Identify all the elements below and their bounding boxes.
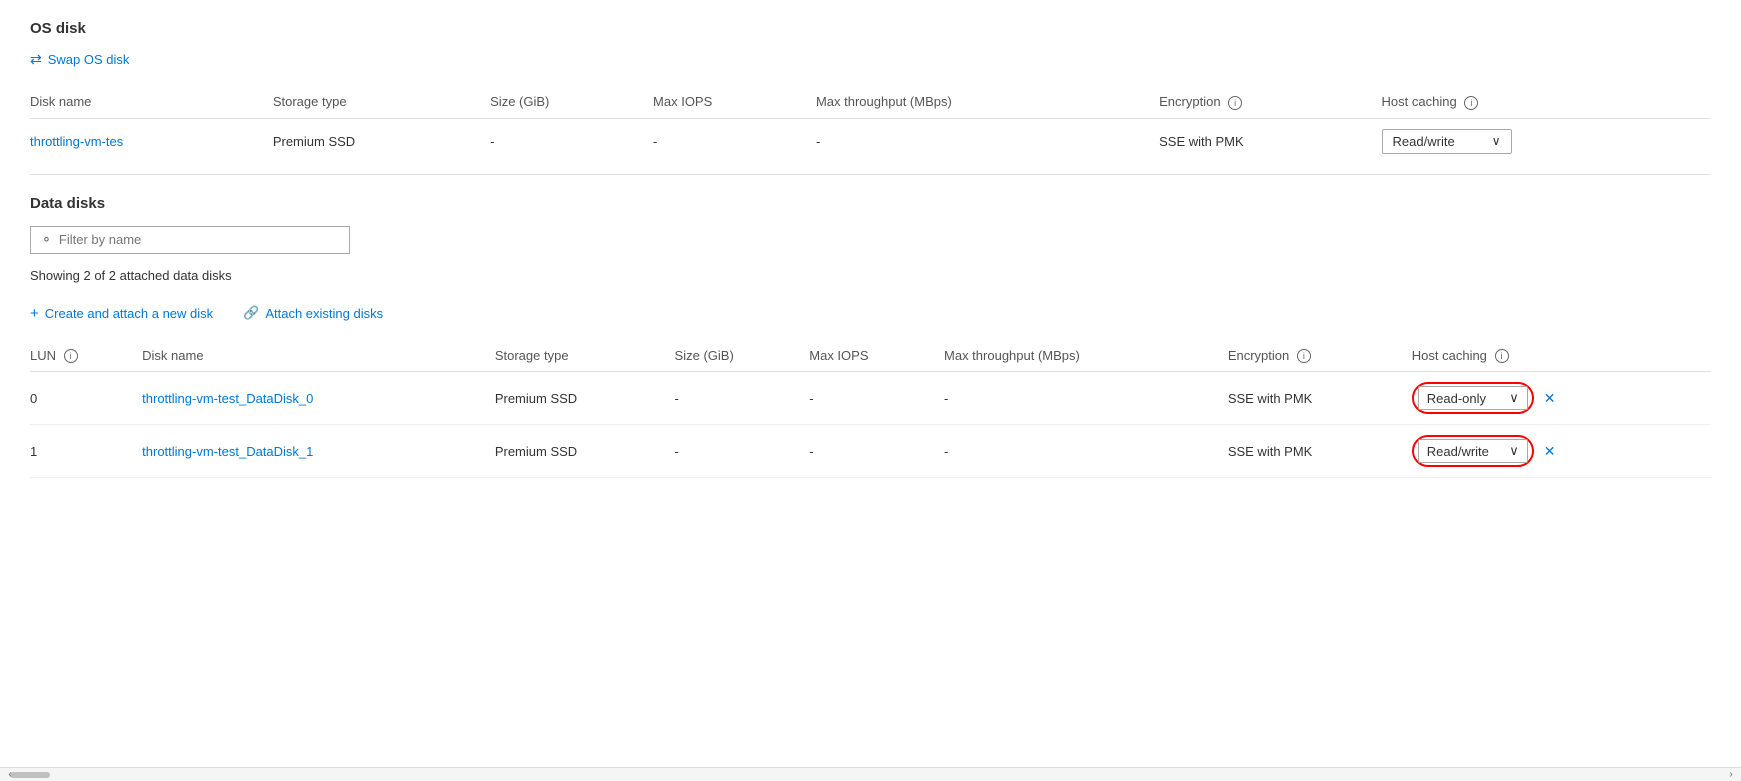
encryption-info-icon[interactable]: i (1228, 96, 1242, 110)
data-disks-table: LUN i Disk name Storage type Size (GiB) … (30, 340, 1711, 479)
os-disk-storage-type: Premium SSD (273, 118, 490, 164)
col-max-iops: Max IOPS (653, 86, 816, 118)
data-disks-title: Data disks (30, 195, 1711, 212)
col-dd-max-iops: Max IOPS (809, 340, 944, 372)
col-dd-disk-name: Disk name (142, 340, 495, 372)
attach-existing-button[interactable]: 🔗 Attach existing disks (243, 305, 383, 321)
col-size: Size (GiB) (490, 86, 653, 118)
col-max-throughput: Max throughput (MBps) (816, 86, 1159, 118)
showing-text: Showing 2 of 2 attached data disks (30, 268, 1711, 283)
attach-existing-label: Attach existing disks (265, 306, 383, 321)
col-storage-type: Storage type (273, 86, 490, 118)
dd-lun-1: 1 (30, 425, 142, 478)
dd-host-caching-value-0: Read-only (1427, 391, 1486, 406)
os-disk-host-caching-dropdown[interactable]: Read/write ∨ (1382, 129, 1512, 154)
create-attach-label: Create and attach a new disk (45, 306, 213, 321)
os-disk-row: throttling-vm-tes Premium SSD - - - SSE … (30, 118, 1711, 164)
dd-delete-icon-1[interactable]: ✕ (1544, 443, 1556, 460)
os-disk-host-caching-cell: Read/write ∨ (1382, 118, 1711, 164)
os-disk-max-throughput: - (816, 118, 1159, 164)
dd-disk-name-link-0[interactable]: throttling-vm-test_DataDisk_0 (142, 391, 313, 406)
os-disk-name-link[interactable]: throttling-vm-tes (30, 134, 123, 149)
dd-storage-type-0: Premium SSD (495, 372, 675, 425)
os-disk-host-caching-value: Read/write (1393, 134, 1455, 149)
dd-host-caching-cell-1: Read/write ∨ ✕ (1412, 425, 1711, 478)
col-dd-max-throughput: Max throughput (MBps) (944, 340, 1228, 372)
divider (30, 174, 1711, 175)
dd-host-caching-dropdown-1[interactable]: Read/write ∨ (1418, 439, 1528, 463)
col-dd-size: Size (GiB) (675, 340, 810, 372)
scrollbar: ‹ › (0, 767, 1741, 781)
dd-disk-name-1: throttling-vm-test_DataDisk_1 (142, 425, 495, 478)
col-encryption: Encryption i (1159, 86, 1381, 118)
dd-encryption-1: SSE with PMK (1228, 425, 1412, 478)
os-disk-encryption: SSE with PMK (1159, 118, 1381, 164)
data-disk-row: 0 throttling-vm-test_DataDisk_0 Premium … (30, 372, 1711, 425)
col-dd-storage-type: Storage type (495, 340, 675, 372)
dd-storage-type-1: Premium SSD (495, 425, 675, 478)
dd-disk-name-link-1[interactable]: throttling-vm-test_DataDisk_1 (142, 444, 313, 459)
create-attach-button[interactable]: + Create and attach a new disk (30, 305, 213, 322)
dd-host-caching-info-icon[interactable]: i (1495, 349, 1509, 363)
dd-host-caching-dropdown-0[interactable]: Read-only ∨ (1418, 386, 1528, 410)
scroll-right-arrow[interactable]: › (1721, 767, 1741, 781)
dd-disk-name-0: throttling-vm-test_DataDisk_0 (142, 372, 495, 425)
action-bar: + Create and attach a new disk 🔗 Attach … (30, 305, 1711, 322)
dd-size-0: - (675, 372, 810, 425)
search-icon: ⚬ (41, 232, 52, 248)
plus-icon: + (30, 305, 39, 322)
filter-input[interactable] (59, 232, 339, 247)
dd-size-1: - (675, 425, 810, 478)
lun-info-icon[interactable]: i (64, 349, 78, 363)
dd-encryption-info-icon[interactable]: i (1297, 349, 1311, 363)
dd-max-iops-1: - (809, 425, 944, 478)
col-host-caching: Host caching i (1382, 86, 1711, 118)
dd-max-iops-0: - (809, 372, 944, 425)
col-disk-name: Disk name (30, 86, 273, 118)
os-disk-max-iops: - (653, 118, 816, 164)
dd-encryption-0: SSE with PMK (1228, 372, 1412, 425)
data-disk-row: 1 throttling-vm-test_DataDisk_1 Premium … (30, 425, 1711, 478)
col-dd-host-caching: Host caching i (1412, 340, 1711, 372)
dd-max-throughput-1: - (944, 425, 1228, 478)
filter-wrapper: ⚬ (30, 226, 350, 254)
os-disk-name-cell: throttling-vm-tes (30, 118, 273, 164)
os-disk-table: Disk name Storage type Size (GiB) Max IO… (30, 86, 1711, 164)
os-disk-title: OS disk (30, 20, 1711, 37)
swap-os-disk-label: Swap OS disk (48, 52, 130, 67)
dd-host-caching-cell-0: Read-only ∨ ✕ (1412, 372, 1711, 425)
col-lun: LUN i (30, 340, 142, 372)
os-disk-size: - (490, 118, 653, 164)
link-icon: 🔗 (243, 305, 259, 321)
dd-lun-0: 0 (30, 372, 142, 425)
dd-delete-icon-0[interactable]: ✕ (1544, 390, 1556, 407)
main-container: OS disk ⇄ Swap OS disk Disk name Storage… (0, 0, 1741, 508)
col-dd-encryption: Encryption i (1228, 340, 1412, 372)
data-disks-section: Data disks ⚬ Showing 2 of 2 attached dat… (30, 195, 1711, 479)
scroll-left-arrow[interactable]: ‹ (0, 767, 20, 781)
os-disk-chevron-icon: ∨ (1492, 134, 1501, 148)
swap-os-disk-button[interactable]: ⇄ Swap OS disk (30, 51, 129, 68)
swap-icon: ⇄ (30, 51, 42, 68)
os-disk-header-row: Disk name Storage type Size (GiB) Max IO… (30, 86, 1711, 118)
os-disk-section: OS disk ⇄ Swap OS disk Disk name Storage… (30, 20, 1711, 164)
dd-max-throughput-0: - (944, 372, 1228, 425)
data-disks-header-row: LUN i Disk name Storage type Size (GiB) … (30, 340, 1711, 372)
dd-chevron-icon-0: ∨ (1509, 390, 1519, 406)
dd-host-caching-value-1: Read/write (1427, 444, 1489, 459)
dd-chevron-icon-1: ∨ (1509, 443, 1519, 459)
host-caching-info-icon[interactable]: i (1464, 96, 1478, 110)
